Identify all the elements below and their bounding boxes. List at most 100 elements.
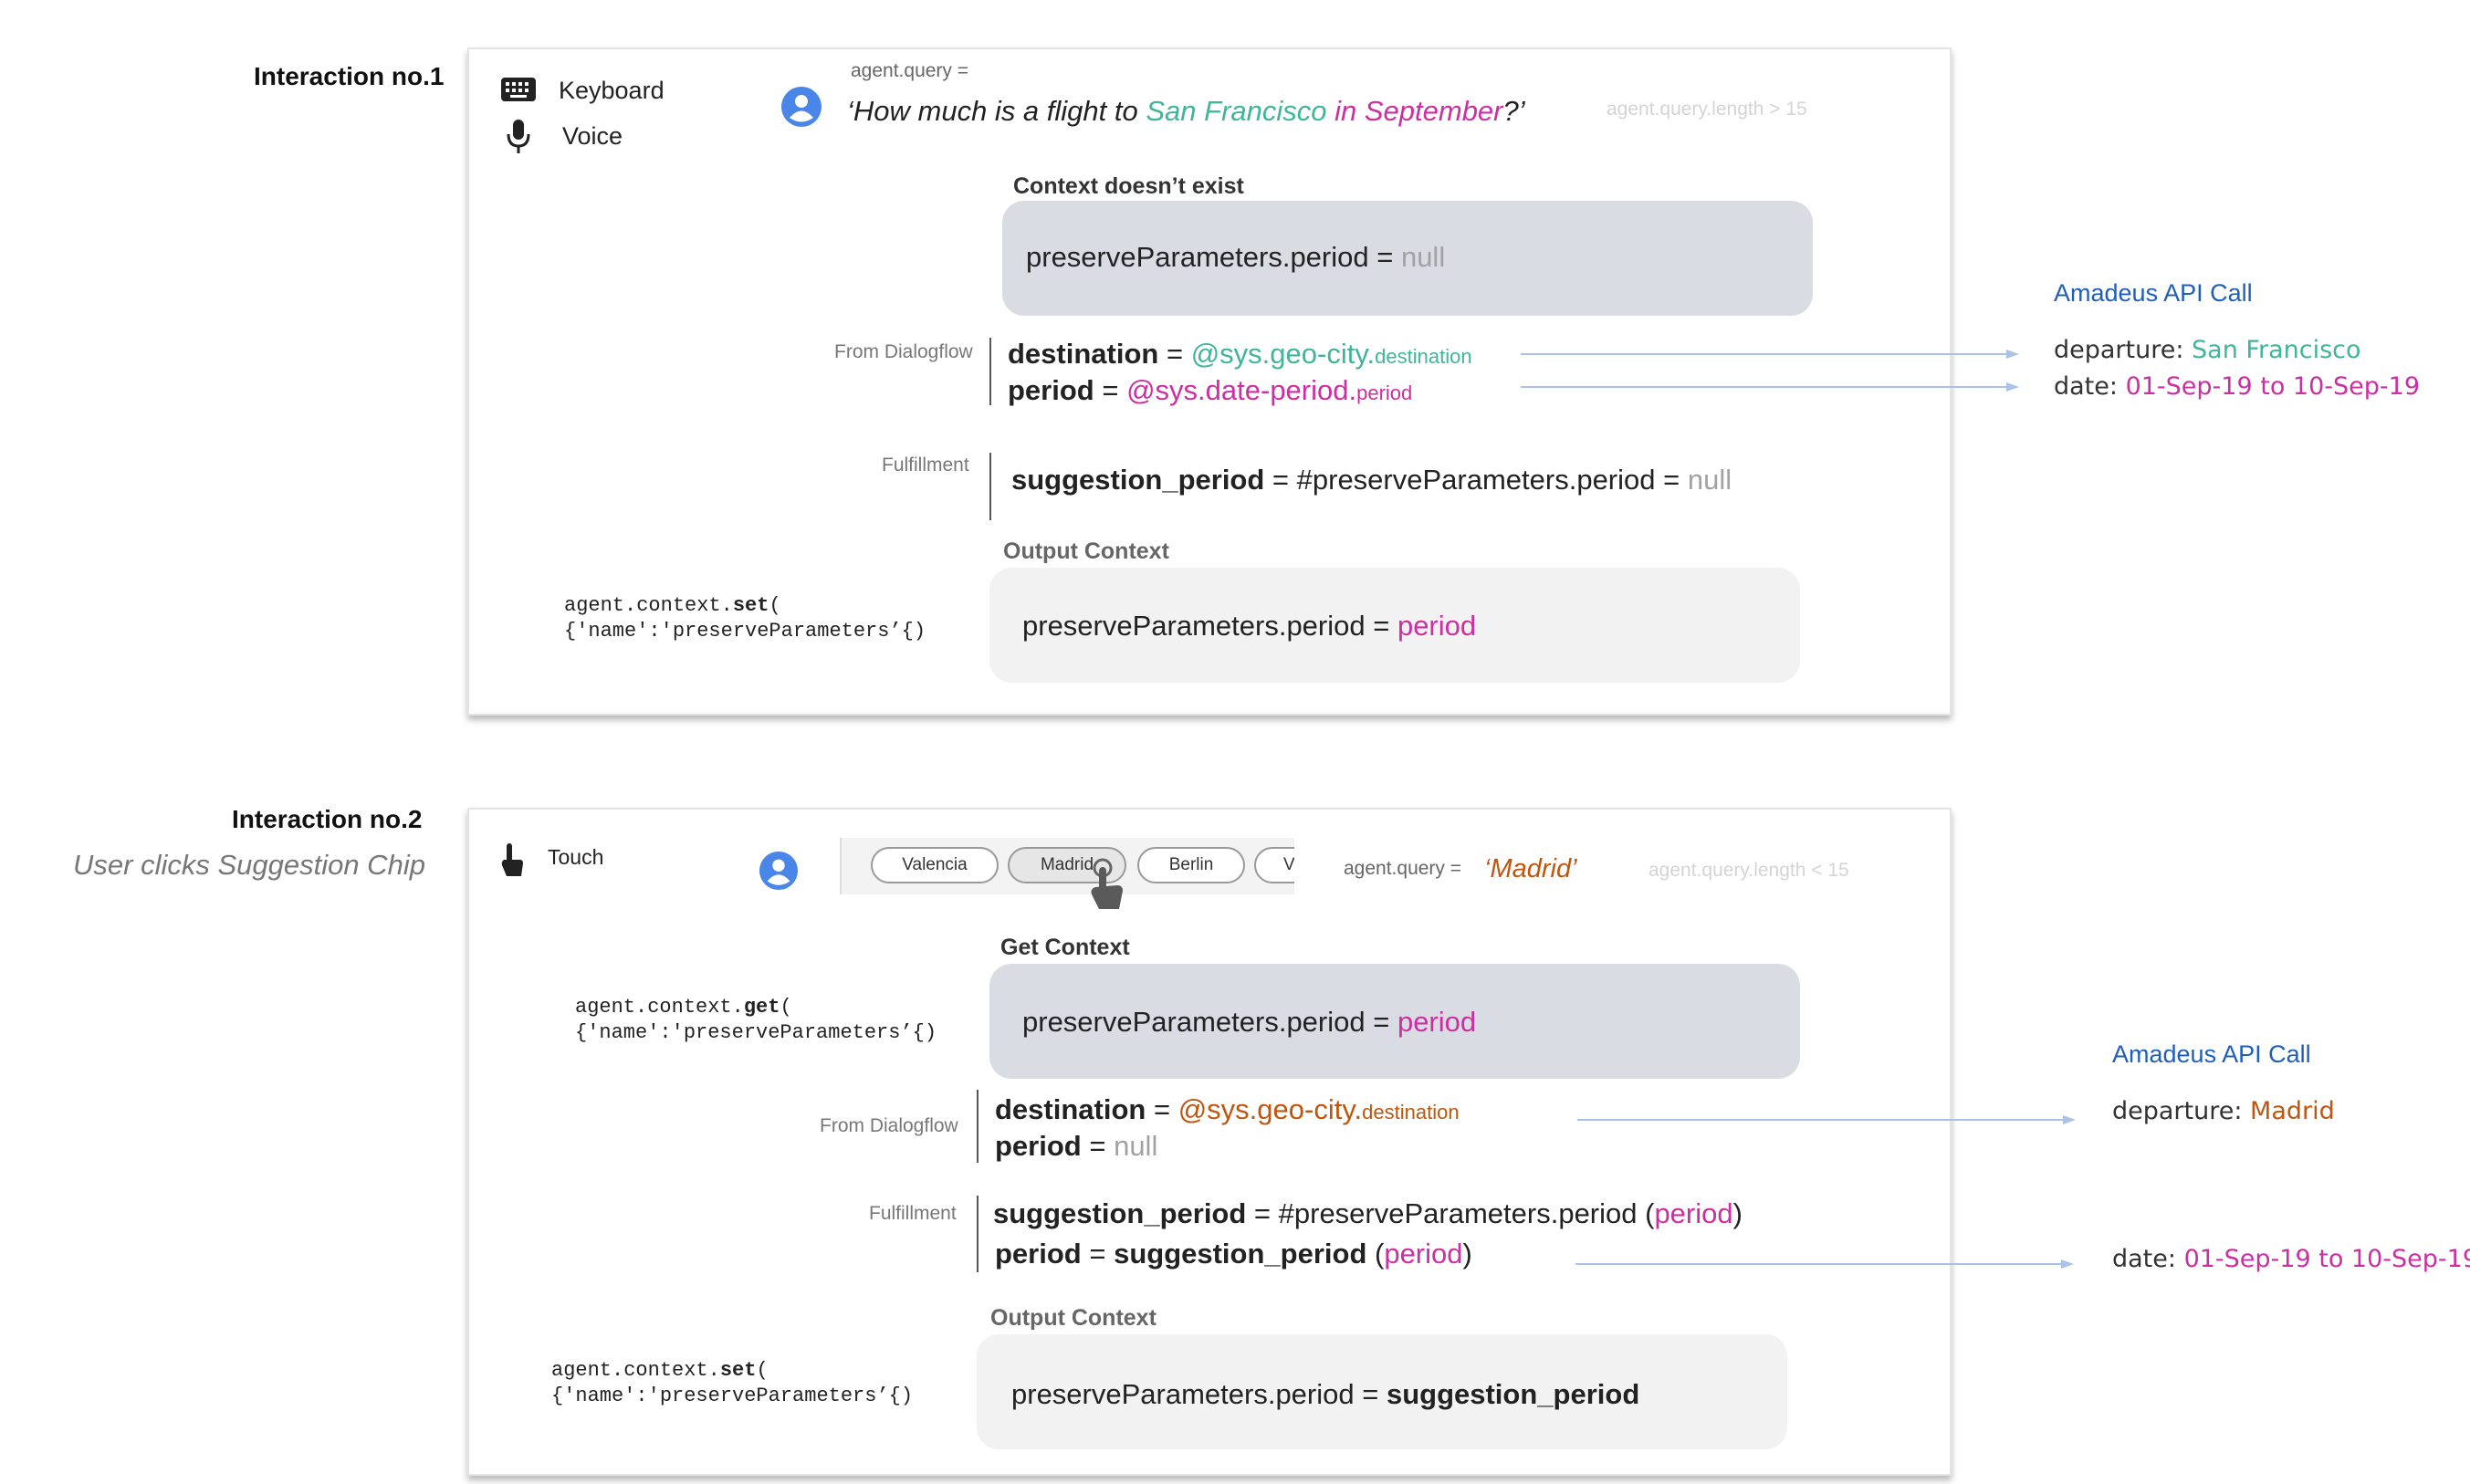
query-length-note: agent.query.length > 15 — [1607, 99, 1807, 120]
destination-key: destination — [1008, 338, 1159, 370]
code-paren: ( — [769, 594, 781, 617]
output-lhs: preserveParameters.period = — [1022, 610, 1397, 642]
tap-hand-icon — [1091, 858, 1123, 909]
query-label: agent.query = — [851, 60, 969, 81]
code-arg: {'name':'preserveParameters’{) — [575, 1021, 937, 1044]
destination-entity-sub: destination — [1362, 1101, 1460, 1123]
keyboard-icon — [501, 78, 536, 101]
code-prefix: agent.context. — [564, 594, 733, 617]
chip-truncated[interactable]: V — [1254, 847, 1294, 883]
fulfillment-divider — [989, 453, 991, 520]
output-context-heading: Output Context — [1003, 538, 1169, 564]
period-line-2: period = null — [995, 1130, 1157, 1163]
interaction-1-title: Interaction no.1 — [254, 62, 445, 90]
api-date-2: date: 01-Sep-19 to 10-Sep-19 — [2112, 1245, 2470, 1273]
user-avatar-icon — [781, 87, 822, 127]
destination-entity: @sys.geo-city. — [1177, 1093, 1363, 1125]
suggestion-period-close: ) — [1732, 1197, 1743, 1229]
api-departure-value: San Francisco — [2192, 336, 2361, 364]
output-context-value-2: preserveParameters.period = suggestion_p… — [1011, 1378, 1639, 1411]
destination-key: destination — [995, 1093, 1146, 1125]
context-rhs: null — [1400, 241, 1446, 273]
code-arg: {'name':'preserveParameters’{) — [564, 620, 926, 643]
eq: = — [1158, 338, 1191, 370]
context-set-code: agent.context.set( {'name':'preservePara… — [564, 593, 926, 644]
period-key: period — [995, 1130, 1082, 1162]
user-query-2: ‘Madrid’ — [1484, 854, 1577, 883]
touch-icon — [501, 843, 523, 876]
get-context-heading: Get Context — [1000, 935, 1130, 960]
suggestion-period-value: null — [1687, 464, 1732, 496]
fulfillment-divider-2 — [977, 1196, 979, 1272]
code-paren: ( — [756, 1359, 769, 1382]
suggestion-period-line-2: suggestion_period = #preserveParameters.… — [993, 1197, 1743, 1230]
period-value: null — [1114, 1130, 1158, 1162]
api-departure-label: departure: — [2054, 336, 2193, 364]
api-arrows-1 — [1521, 350, 2019, 392]
from-dialogflow-label: From Dialogflow — [834, 341, 973, 362]
code-paren: ( — [780, 996, 792, 1019]
dialogflow-divider — [989, 338, 991, 405]
suggestion-period-line: suggestion_period = #preserveParameters.… — [1011, 464, 1732, 496]
period-value: period — [1384, 1238, 1463, 1270]
interaction-2-title: Interaction no.2 — [232, 805, 423, 833]
suggestion-period-value: period — [1654, 1197, 1733, 1229]
suggestion-period-key: suggestion_period — [993, 1197, 1247, 1229]
query-in: in — [1326, 95, 1365, 127]
query-city: San Francisco — [1146, 95, 1327, 127]
query-length-note-2: agent.query.length < 15 — [1648, 860, 1849, 881]
query-text-end: ?’ — [1502, 95, 1525, 127]
api-departure-label: departure: — [2112, 1097, 2251, 1125]
chip-valencia[interactable]: Valencia — [871, 847, 999, 883]
destination-line-2: destination = @sys.geo-city.destination — [995, 1093, 1460, 1126]
period-entity-sub: period — [1356, 381, 1413, 404]
paren-open: ( — [1366, 1238, 1385, 1270]
api-date-label: date: — [2112, 1245, 2184, 1273]
output-rhs: suggestion_period — [1386, 1378, 1640, 1410]
context-set-code-2: agent.context.set( {'name':'preservePara… — [551, 1358, 913, 1409]
api-departure-value: Madrid — [2250, 1097, 2335, 1125]
api-date-label: date: — [2054, 372, 2126, 401]
context-rhs: period — [1397, 1006, 1477, 1038]
get-context-value: preserveParameters.period = period — [1022, 1006, 1476, 1039]
code-arg: {'name':'preserveParameters’{) — [551, 1385, 914, 1407]
code-prefix: agent.context. — [575, 996, 744, 1019]
period-assign-line: period = suggestion_period (period) — [995, 1238, 1472, 1270]
output-context-heading-2: Output Context — [990, 1305, 1157, 1331]
touch-label: Touch — [548, 845, 604, 869]
suggestion-period-expr: = #preserveParameters.period ( — [1246, 1197, 1655, 1229]
context-value: preserveParameters.period = null — [1026, 241, 1445, 274]
code-method: set — [732, 594, 769, 617]
chip-berlin[interactable]: Berlin — [1137, 847, 1245, 883]
code-method: set — [719, 1359, 757, 1382]
period-entity: @sys.date-period. — [1126, 374, 1357, 406]
api-call-title: Amadeus API Call — [2054, 279, 2253, 307]
paren-close: ) — [1462, 1238, 1472, 1270]
destination-entity: @sys.geo-city. — [1190, 338, 1376, 370]
eq: = — [1094, 374, 1127, 406]
query-text-start: ‘How much is a flight to — [847, 95, 1146, 127]
api-arrow-departure-2 — [1577, 1115, 2076, 1124]
context-heading: Context doesn’t exist — [1013, 173, 1244, 199]
fulfillment-label: Fulfillment — [882, 455, 969, 476]
voice-label: Voice — [562, 122, 623, 150]
from-dialogflow-label-2: From Dialogflow — [820, 1115, 958, 1136]
api-date-value: 01-Sep-19 to 10-Sep-19 — [2125, 372, 2421, 401]
microphone-icon — [507, 120, 530, 153]
output-context-value: preserveParameters.period = period — [1022, 610, 1476, 643]
context-lhs: preserveParameters.period = — [1026, 241, 1401, 273]
query-month: September — [1364, 95, 1503, 127]
api-date: date: 01-Sep-19 to 10-Sep-19 — [2054, 372, 2420, 401]
output-rhs: period — [1397, 610, 1477, 642]
output-lhs: preserveParameters.period = — [1011, 1378, 1387, 1410]
period-key: period — [995, 1238, 1082, 1270]
context-lhs: preserveParameters.period = — [1022, 1006, 1397, 1038]
period-source: suggestion_period — [1114, 1238, 1367, 1270]
destination-entity-sub: destination — [1375, 345, 1472, 368]
api-date-value: 01-Sep-19 to 10-Sep-19 — [2183, 1245, 2470, 1273]
suggestion-chip-strip: Valencia Madrid Berlin V — [840, 838, 1294, 894]
api-departure-2: departure: Madrid — [2112, 1097, 2335, 1125]
context-get-code: agent.context.get( {'name':'preservePara… — [575, 995, 937, 1046]
period-line: period = @sys.date-period.period — [1008, 374, 1412, 407]
suggestion-period-key: suggestion_period — [1011, 464, 1265, 496]
